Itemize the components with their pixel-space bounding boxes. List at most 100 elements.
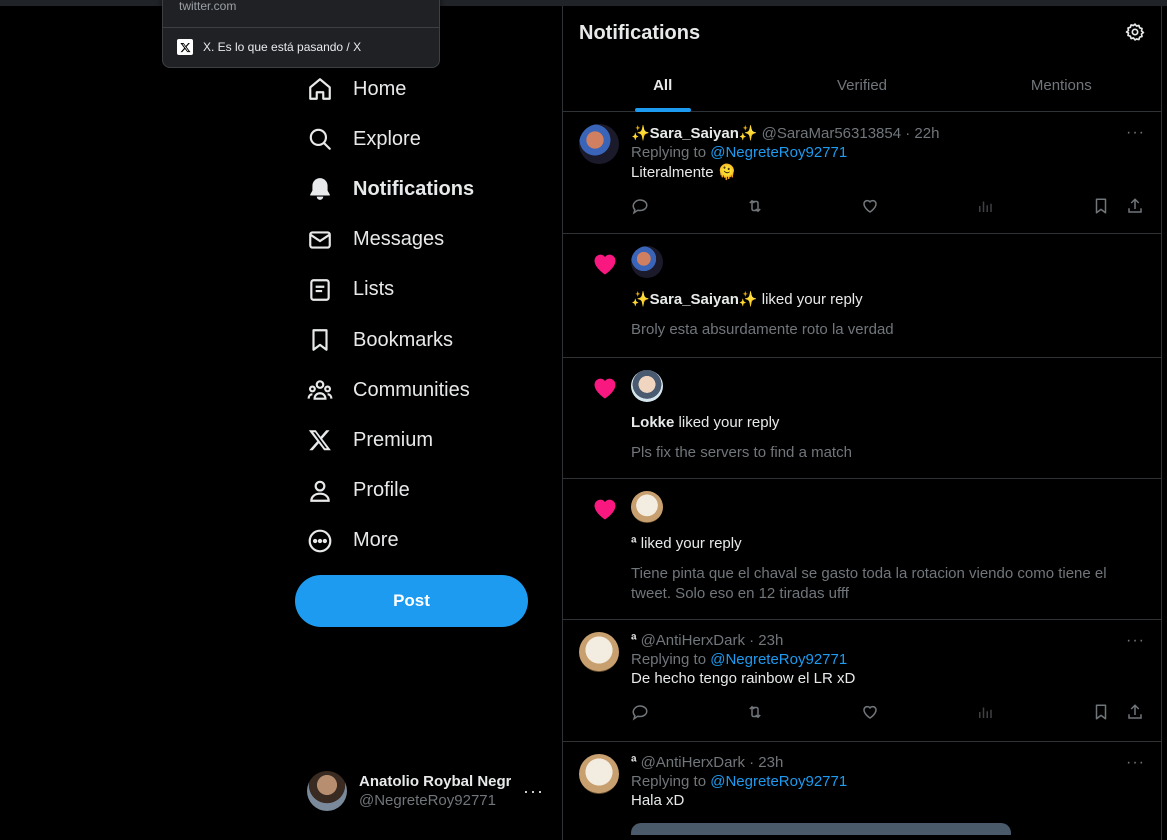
tweet-text: Hala xD	[631, 792, 685, 809]
author-name[interactable]: ª	[631, 632, 637, 649]
sidebar-item-home[interactable]: Home	[295, 64, 555, 114]
liked-reply-text: Tiene pinta que el chaval se gasto toda …	[631, 565, 1107, 602]
avatar[interactable]	[631, 491, 663, 523]
reply-icon[interactable]	[631, 703, 649, 721]
sidebar-item-lists[interactable]: Lists	[295, 265, 555, 315]
like-action: liked your reply	[636, 535, 742, 552]
sidebar-item-bookmarks[interactable]: Bookmarks	[295, 315, 555, 365]
avatar[interactable]	[579, 754, 619, 794]
replying-to: Replying to @NegreteRoy92771	[631, 773, 1145, 790]
tab-hover-tooltip: twitter.com X. Es lo que está pasando / …	[162, 0, 440, 68]
gear-icon[interactable]	[1125, 22, 1145, 42]
post-button[interactable]: Post	[295, 575, 528, 627]
more-circle-icon	[307, 528, 333, 554]
notifications-column: Notifications All Verified Mentions ✨Sar…	[562, 6, 1162, 840]
like-notification[interactable]: ª liked your reply Tiene pinta que el ch…	[563, 479, 1161, 620]
author-name[interactable]: ª	[631, 754, 637, 771]
like-notification[interactable]: ✨Sara_Saiyan✨ liked your reply Broly est…	[563, 234, 1161, 358]
notification-tabs: All Verified Mentions	[563, 58, 1161, 112]
avatar[interactable]	[579, 124, 619, 164]
views-icon[interactable]	[976, 197, 994, 215]
views-icon[interactable]	[976, 703, 994, 721]
bookmark-icon[interactable]	[1092, 703, 1110, 721]
account-handle: @NegreteRoy92771	[359, 792, 496, 809]
author-meta: @AntiHerxDark · 23h	[640, 754, 784, 771]
sidebar-item-explore[interactable]: Explore	[295, 114, 555, 164]
tweet-actions	[631, 185, 1145, 227]
reply-notification[interactable]: ª @AntiHerxDark · 23h Replying to @Negre…	[563, 620, 1161, 742]
share-icon[interactable]	[1126, 197, 1144, 215]
sidebar-item-label: Explore	[353, 127, 421, 150]
replying-to-link[interactable]: @NegreteRoy92771	[710, 651, 847, 668]
avatar[interactable]	[631, 370, 663, 402]
tweet-media-preview[interactable]	[631, 823, 1011, 835]
sidebar-item-label: Notifications	[353, 177, 475, 200]
author-meta: @SaraMar56313854 · 22h	[761, 124, 940, 142]
liker-name[interactable]: ✨Sara_Saiyan✨	[631, 291, 758, 308]
x-favicon-icon	[177, 39, 193, 55]
avatar[interactable]	[631, 246, 663, 278]
replying-to-link[interactable]: @NegreteRoy92771	[710, 144, 847, 161]
account-display-name: Anatolio Roybal Negr	[359, 773, 511, 790]
list-icon	[307, 277, 333, 303]
person-icon	[307, 478, 333, 504]
tweet-header: ª @AntiHerxDark · 23h	[631, 632, 1145, 649]
more-dots-icon[interactable]: ···	[1126, 632, 1145, 650]
mail-icon	[307, 227, 333, 253]
replying-prefix: Replying to	[631, 144, 711, 161]
tab-all[interactable]: All	[563, 58, 762, 112]
x-logo-icon	[307, 427, 333, 453]
replying-to-link[interactable]: @NegreteRoy92771	[710, 773, 847, 790]
sidebar-item-label: More	[353, 529, 399, 552]
bell-icon	[307, 176, 333, 202]
liked-reply-text: Broly esta absurdamente roto la verdad	[631, 321, 894, 338]
tweet-actions	[631, 691, 1145, 733]
more-dots-icon[interactable]: ···	[523, 781, 544, 802]
tweet-header: ✨Sara_Saiyan✨ @SaraMar56313854 · 22h	[631, 124, 1145, 143]
sidebar-item-messages[interactable]: Messages	[295, 215, 555, 265]
reply-icon[interactable]	[631, 197, 649, 215]
retweet-icon[interactable]	[746, 703, 764, 721]
reply-notification[interactable]: ✨Sara_Saiyan✨ @SaraMar56313854 · 22h Rep…	[563, 112, 1161, 234]
tab-verified[interactable]: Verified	[762, 58, 961, 112]
heart-icon	[579, 491, 619, 605]
sidebar-item-label: Bookmarks	[353, 328, 454, 351]
like-notification[interactable]: Lokke liked your reply Pls fix the serve…	[563, 358, 1161, 479]
sidebar-item-label: Messages	[353, 228, 445, 251]
communities-icon	[307, 377, 333, 403]
sidebar-item-premium[interactable]: Premium	[295, 415, 555, 465]
tooltip-domain: twitter.com	[179, 0, 237, 13]
reply-notification[interactable]: ª @AntiHerxDark · 23h Replying to @Negre…	[563, 742, 1161, 840]
sidebar-item-notifications[interactable]: Notifications	[295, 164, 555, 214]
sidebar-item-label: Premium	[353, 428, 434, 451]
sidebar-item-label: Home	[353, 77, 407, 100]
author-name[interactable]: ✨Sara_Saiyan✨	[631, 124, 758, 142]
heart-icon	[579, 370, 619, 464]
avatar	[307, 771, 347, 811]
like-action: liked your reply	[674, 414, 780, 431]
tweet-text: De hecho tengo rainbow el LR xD	[631, 670, 856, 687]
sidebar-item-more[interactable]: More	[295, 516, 555, 566]
tweet-header: ª @AntiHerxDark · 23h	[631, 754, 1145, 771]
retweet-icon[interactable]	[746, 197, 764, 215]
share-icon[interactable]	[1126, 703, 1144, 721]
replying-prefix: Replying to	[631, 773, 711, 790]
sidebar-item-profile[interactable]: Profile	[295, 466, 555, 516]
more-dots-icon[interactable]: ···	[1126, 754, 1145, 772]
avatar[interactable]	[579, 632, 619, 672]
tweet-text: Literalmente 🫠	[631, 164, 737, 181]
notifications-header: Notifications All Verified Mentions	[563, 6, 1161, 112]
like-text: Lokke liked your reply	[631, 414, 1145, 431]
like-action: liked your reply	[757, 291, 863, 308]
sidebar-item-communities[interactable]: Communities	[295, 365, 555, 415]
like-icon[interactable]	[861, 197, 879, 215]
home-icon	[307, 76, 333, 102]
liker-name[interactable]: Lokke	[631, 414, 674, 431]
more-dots-icon[interactable]: ···	[1126, 124, 1145, 142]
like-icon[interactable]	[861, 703, 879, 721]
account-switcher[interactable]: Anatolio Roybal Negr @NegreteRoy92771 ··…	[295, 762, 555, 820]
bookmark-icon[interactable]	[1092, 197, 1110, 215]
replying-to: Replying to @NegreteRoy92771	[631, 651, 1145, 668]
tab-mentions[interactable]: Mentions	[962, 58, 1161, 112]
replying-to: Replying to @NegreteRoy92771	[631, 144, 1145, 161]
